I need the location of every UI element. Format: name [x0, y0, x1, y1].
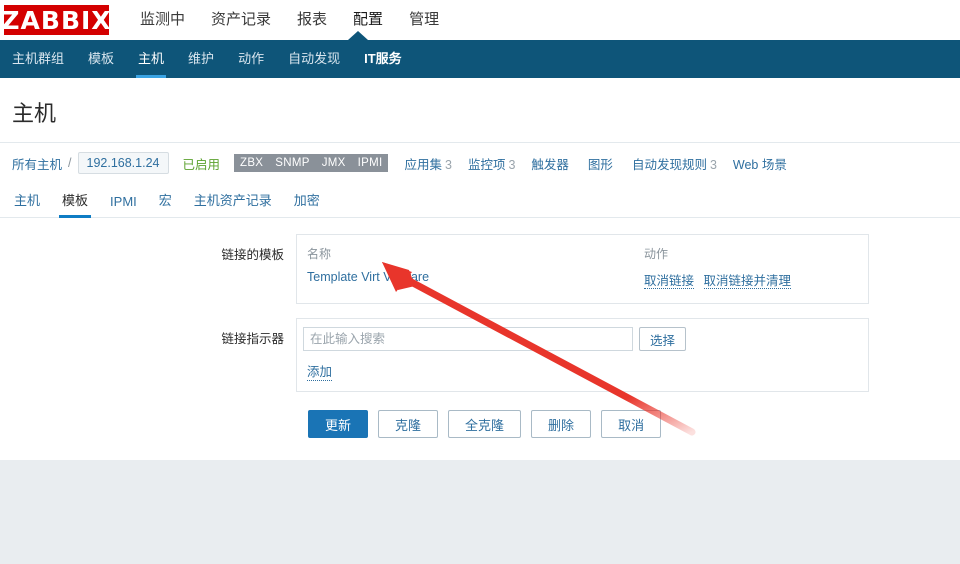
linked-templates-table: 名称 动作 Template Virt VMware 取消链接 取消链接并清理: [303, 243, 858, 293]
badge-zbx[interactable]: ZBX: [234, 154, 270, 172]
linked-templates-panel: 名称 动作 Template Virt VMware 取消链接 取消链接并清理: [296, 234, 869, 304]
subnav-item-templates[interactable]: 模板: [76, 40, 126, 78]
main-menu: 监测中 资产记录 报表 配置 管理: [127, 0, 452, 40]
breadcrumb-all-hosts[interactable]: 所有主机: [12, 154, 62, 173]
column-header-name: 名称: [307, 247, 332, 261]
template-name-cell: Template Virt VMware: [303, 268, 640, 293]
cancel-button[interactable]: 取消: [601, 410, 662, 438]
breadcrumb-link-items[interactable]: 监控项 3: [468, 154, 515, 173]
tab-ipmi[interactable]: IPMI: [99, 194, 148, 217]
tab-templates[interactable]: 模板: [51, 190, 99, 218]
breadcrumb-link-graphs[interactable]: 图形: [588, 154, 616, 173]
breadcrumb-link-discovery-rules-count: 3: [709, 157, 717, 172]
subnav-item-host-groups[interactable]: 主机群组: [0, 40, 76, 78]
host-interface-badges: ZBX SNMP JMX IPMI: [234, 154, 389, 172]
form-tabs: 主机 模板 IPMI 宏 主机资产记录 加密: [0, 183, 960, 218]
unlink-and-clear-link[interactable]: 取消链接并清理: [703, 274, 792, 289]
breadcrumb-separator: /: [68, 156, 72, 170]
subnav-item-hosts[interactable]: 主机: [126, 40, 176, 78]
badge-jmx[interactable]: JMX: [315, 154, 352, 172]
clone-button[interactable]: 克隆: [378, 410, 439, 438]
active-menu-caret-icon: [348, 31, 368, 40]
full-clone-button[interactable]: 全克隆: [448, 410, 522, 438]
templates-form: 链接的模板 名称 动作 Template Virt VMware 取消链接 取消…: [0, 218, 960, 460]
breadcrumb-host-name[interactable]: 192.168.1.24: [77, 152, 169, 174]
link-indicator-panel: 选择 添加: [296, 318, 869, 392]
breadcrumb: 所有主机 / 192.168.1.24 已启用 ZBX SNMP JMX IPM…: [0, 143, 960, 183]
breadcrumb-link-triggers-label: 触发器: [531, 157, 569, 172]
linked-templates-label: 链接的模板: [221, 248, 284, 262]
tab-encryption[interactable]: 加密: [283, 190, 331, 217]
table-row: Template Virt VMware 取消链接 取消链接并清理: [303, 268, 858, 293]
template-link-virt-vmware[interactable]: Template Virt VMware: [307, 270, 429, 284]
add-link[interactable]: 添加: [307, 361, 333, 381]
breadcrumb-link-items-label: 监控项: [467, 157, 506, 172]
breadcrumb-link-web-scenarios[interactable]: Web 场景: [733, 154, 790, 173]
template-search-input[interactable]: [303, 327, 633, 351]
breadcrumb-link-applications-count: 3: [444, 157, 452, 172]
main-menu-item-administration[interactable]: 管理: [396, 0, 452, 40]
subnav-item-actions[interactable]: 动作: [226, 40, 276, 78]
breadcrumb-link-discovery-rules-label: 自动发现规则: [631, 157, 707, 172]
column-header-action: 动作: [644, 247, 669, 261]
subnav-item-it-services[interactable]: IT服务: [352, 40, 414, 78]
tab-host-inventory[interactable]: 主机资产记录: [183, 190, 283, 217]
subnav-item-discovery[interactable]: 自动发现: [276, 40, 352, 78]
breadcrumb-link-graphs-label: 图形: [587, 157, 613, 172]
zabbix-logo[interactable]: ZABBIX: [1, 5, 111, 35]
main-menu-item-monitoring[interactable]: 监测中: [127, 0, 198, 40]
main-menu-item-inventory[interactable]: 资产记录: [198, 0, 284, 40]
breadcrumb-link-web-scenarios-label: Web 场景: [732, 157, 787, 172]
table-header-row: 名称 动作: [303, 243, 858, 268]
form-action-buttons: 更新 克隆 全克隆 删除 取消: [0, 410, 960, 438]
breadcrumb-link-discovery-rules[interactable]: 自动发现规则 3: [632, 154, 717, 173]
tab-macros[interactable]: 宏: [148, 190, 183, 217]
main-menu-item-reports[interactable]: 报表: [284, 0, 340, 40]
badge-ipmi[interactable]: IPMI: [351, 154, 389, 172]
breadcrumb-link-applications-label: 应用集: [404, 157, 442, 172]
tab-host[interactable]: 主机: [12, 190, 51, 217]
template-search-line: 选择: [303, 327, 858, 351]
badge-snmp[interactable]: SNMP: [269, 154, 316, 172]
delete-button[interactable]: 删除: [531, 410, 592, 438]
breadcrumb-link-triggers[interactable]: 触发器: [531, 154, 572, 173]
template-action-cell: 取消链接 取消链接并清理: [640, 268, 858, 293]
link-indicator-row: 链接指示器 选择 添加: [0, 318, 960, 392]
host-status-enabled[interactable]: 已启用: [183, 154, 221, 173]
page-title: 主机: [0, 78, 960, 142]
link-indicator-label: 链接指示器: [221, 332, 284, 346]
breadcrumb-link-applications[interactable]: 应用集 3: [404, 154, 451, 173]
unlink-link[interactable]: 取消链接: [644, 274, 695, 289]
page-footer-space: [0, 460, 960, 564]
linked-templates-row: 链接的模板 名称 动作 Template Virt VMware 取消链接 取消…: [0, 234, 960, 304]
sub-navigation: 主机群组 模板 主机 维护 动作 自动发现 IT服务: [0, 31, 960, 78]
update-button[interactable]: 更新: [308, 410, 369, 438]
subnav-item-maintenance[interactable]: 维护: [176, 40, 226, 78]
page-content: 主机 所有主机 / 192.168.1.24 已启用 ZBX SNMP JMX …: [0, 78, 960, 460]
select-button[interactable]: 选择: [639, 327, 687, 351]
top-header: ZABBIX 监测中 资产记录 报表 配置 管理: [0, 0, 960, 40]
breadcrumb-link-items-count: 3: [508, 157, 516, 172]
